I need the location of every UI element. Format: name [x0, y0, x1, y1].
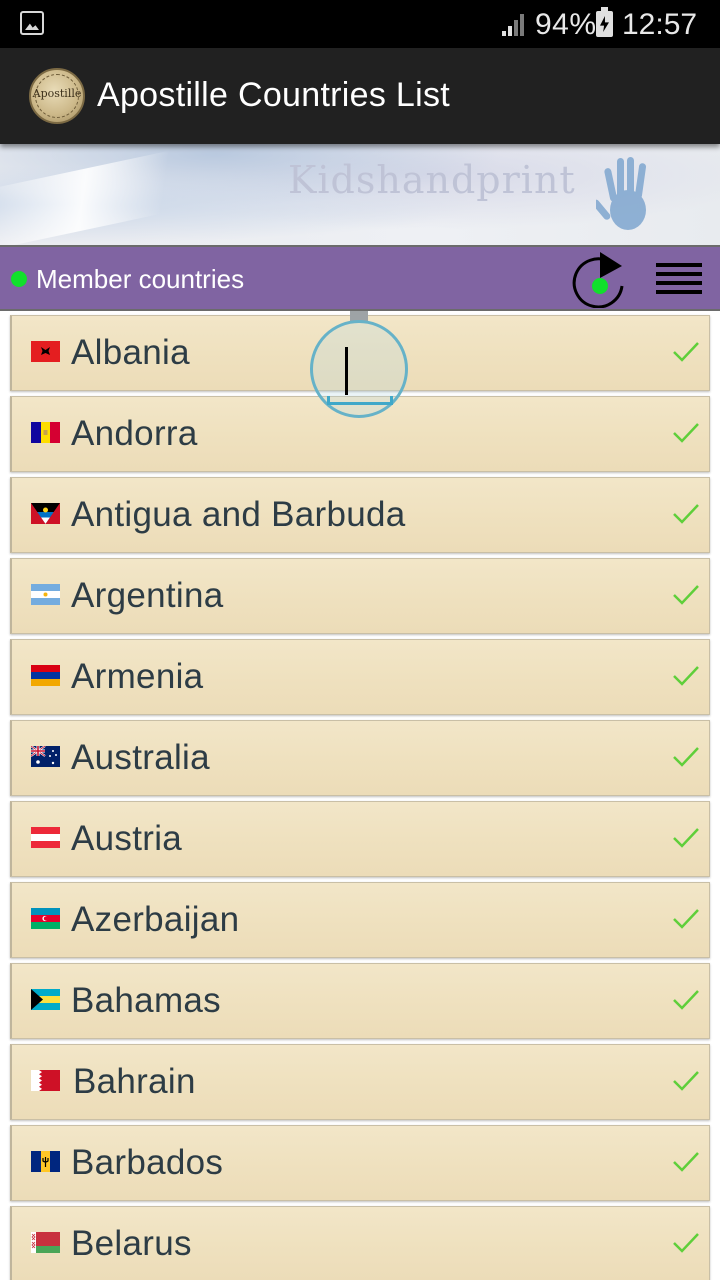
section-header: Member countries [0, 245, 720, 311]
country-name: Albania [71, 333, 190, 372]
check-icon [673, 747, 699, 767]
section-title: Member countries [36, 264, 245, 294]
check-icon [673, 909, 699, 929]
country-name: Bahamas [71, 981, 221, 1020]
country-name: Belarus [71, 1224, 192, 1263]
app-title: Apostille Countries List [97, 76, 451, 114]
andorra-flag-icon [31, 422, 60, 443]
list-item-argentina[interactable]: Argentina [10, 558, 710, 634]
gallery-icon [20, 11, 44, 35]
list-item-antigua-and-barbuda[interactable]: Antigua and Barbuda [10, 477, 710, 553]
country-name: Austria [71, 819, 183, 858]
app-bar: Apostille Apostille Countries List [0, 48, 720, 144]
battery-percentage: 94% [535, 8, 597, 41]
armenia-flag-icon [31, 665, 60, 686]
azerbaijan-flag-icon [31, 908, 60, 929]
menu-line [656, 263, 702, 267]
clock: 12:57 [622, 8, 698, 41]
list-item-bahamas[interactable]: Bahamas [10, 963, 710, 1039]
bahamas-flag-icon [31, 989, 60, 1010]
australia-flag-icon [31, 746, 60, 767]
cursor-bracket [327, 396, 393, 405]
apostille-seal-icon: Apostille [29, 68, 85, 124]
menu-line [656, 290, 702, 294]
check-icon [673, 1071, 699, 1091]
handprint-icon [596, 157, 647, 230]
barbados-flag-icon [31, 1151, 60, 1172]
check-icon [673, 828, 699, 848]
check-icon [673, 1233, 699, 1253]
check-icon [673, 1152, 699, 1172]
status-dot [11, 271, 27, 287]
country-name: Australia [71, 738, 210, 777]
status-bar: 94% 12:57 [0, 0, 720, 48]
list-item-bahrain[interactable]: Bahrain [10, 1044, 710, 1120]
logo-text: Apostille [32, 87, 82, 100]
list-item-belarus[interactable]: Belarus [10, 1206, 710, 1280]
bahrain-flag-icon [31, 1070, 60, 1091]
menu-line [656, 272, 702, 276]
banner-decoration [0, 144, 244, 245]
check-icon [673, 585, 699, 605]
austria-flag-icon [31, 827, 60, 848]
list-item-azerbaijan[interactable]: Azerbaijan [10, 882, 710, 958]
check-icon [673, 990, 699, 1010]
albania-flag-icon [31, 341, 60, 362]
country-name: Azerbaijan [71, 900, 240, 939]
list-item-barbados[interactable]: Barbados [10, 1125, 710, 1201]
signal-icon [502, 14, 524, 36]
country-name: Andorra [71, 414, 198, 453]
antigua-and-barbuda-flag-icon [31, 503, 60, 524]
text-caret [345, 347, 348, 395]
hamburger-menu-icon[interactable] [654, 263, 704, 295]
list-item-austria[interactable]: Austria [10, 801, 710, 877]
list-item-australia[interactable]: Australia [10, 720, 710, 796]
text-cursor-handle[interactable] [310, 320, 408, 418]
battery-charging-icon [596, 7, 613, 37]
argentina-flag-icon [31, 584, 60, 605]
check-icon [673, 423, 699, 443]
menu-line [656, 281, 702, 285]
check-icon [673, 504, 699, 524]
refresh-button[interactable] [566, 250, 632, 308]
country-name: Armenia [71, 657, 204, 696]
country-name: Bahrain [73, 1062, 196, 1101]
banner-ad[interactable]: Kidshandprint [0, 144, 720, 245]
check-icon [673, 666, 699, 686]
belarus-flag-icon [31, 1232, 60, 1253]
banner-brand: Kidshandprint [288, 158, 576, 202]
country-name: Antigua and Barbuda [71, 495, 406, 534]
list-item-armenia[interactable]: Armenia [10, 639, 710, 715]
country-name: Barbados [71, 1143, 224, 1182]
country-name: Argentina [71, 576, 224, 615]
check-icon [673, 342, 699, 362]
